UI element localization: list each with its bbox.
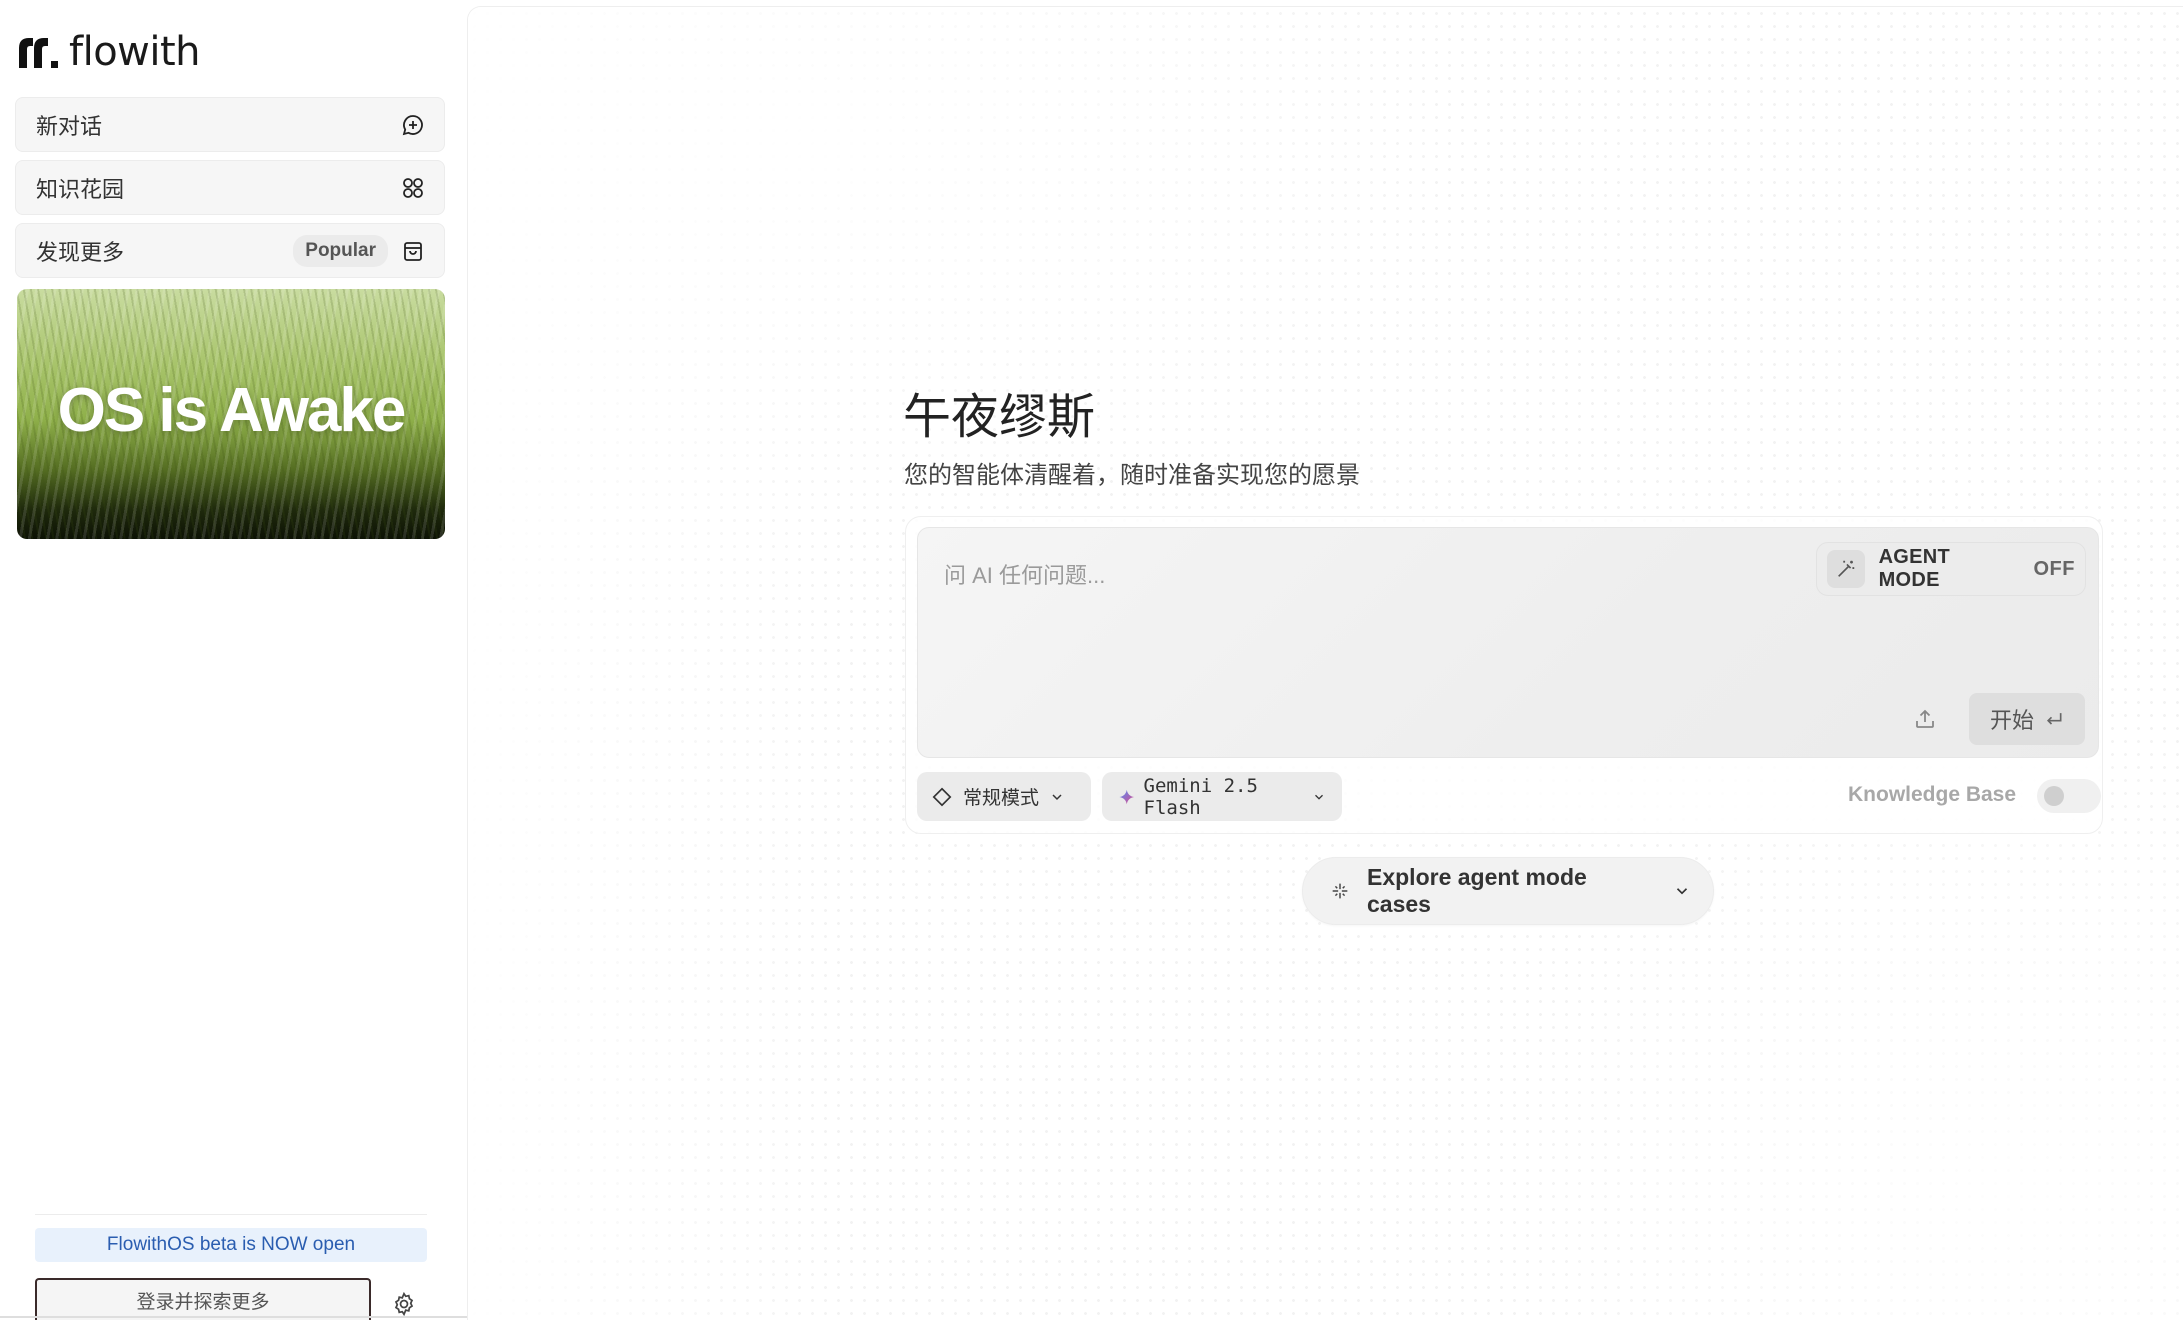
shopping-bag-icon <box>400 238 426 264</box>
flowith-logo-icon <box>19 38 58 68</box>
sidebar-divider <box>35 1214 427 1215</box>
enter-key-icon <box>2046 713 2062 725</box>
agent-mode-label: AGENT MODE <box>1878 546 1951 591</box>
sidebar-item-label: 知识花园 <box>36 176 125 202</box>
sidebar-item-label: 发现更多 <box>36 239 125 265</box>
popular-badge: Popular <box>293 234 388 267</box>
os-awake-banner[interactable]: OS is Awake <box>17 289 445 539</box>
prompt-placeholder: 问 AI 任何问题... <box>944 563 1106 588</box>
sidebar-item-label: 新对话 <box>36 113 103 139</box>
mode-label: 常规模式 <box>963 788 1040 809</box>
chat-plus-icon <box>400 112 426 138</box>
sidebar: flowith 新对话 知识花园 发现更多 Popular OS is Awak… <box>0 0 467 1320</box>
explore-agent-cases-button[interactable]: Explore agent mode cases <box>1302 857 1714 925</box>
page-title: 午夜缪斯 <box>903 389 1096 445</box>
knowledge-base-toggle[interactable] <box>2037 779 2101 813</box>
diamond-icon <box>932 787 952 806</box>
agent-mode-toggle[interactable]: AGENT MODE OFF <box>1816 542 2086 596</box>
upload-button[interactable] <box>1893 693 1957 745</box>
chevron-down-icon <box>1315 794 1323 800</box>
model-dropdown[interactable]: Gemini 2.5 Flash <box>1102 772 1342 821</box>
knowledge-garden-icon <box>400 175 426 201</box>
model-label: Gemini 2.5 Flash <box>1143 774 1258 819</box>
gemini-sparkle-icon <box>1119 789 1135 804</box>
login-button[interactable]: 登录并探索更多 <box>35 1278 371 1320</box>
explore-label: Explore agent mode cases <box>1367 864 1587 917</box>
knowledge-base-label: Knowledge Base <box>1848 783 2017 806</box>
sidebar-item-discover[interactable]: 发现更多 Popular <box>15 223 445 278</box>
banner-text: OS is Awake <box>57 376 407 445</box>
page-subtitle: 您的智能体清醒着，随时准备实现您的愿景 <box>904 462 1360 489</box>
sidebar-item-new-chat[interactable]: 新对话 <box>15 97 445 152</box>
prompt-input[interactable]: 问 AI 任何问题... AGENT MODE OFF 开始 <box>917 527 2099 758</box>
main-panel: 午夜缪斯 您的智能体清醒着，随时准备实现您的愿景 问 AI 任何问题... AG… <box>467 6 2183 1320</box>
mode-dropdown[interactable]: 常规模式 <box>917 772 1091 821</box>
toggle-knob <box>2044 786 2064 806</box>
chevron-down-icon <box>1052 793 1062 800</box>
app-logo[interactable]: flowith <box>17 29 201 75</box>
sparkle-icon <box>1332 883 1348 899</box>
chevron-down-icon <box>1676 888 1688 895</box>
start-button[interactable]: 开始 <box>1969 693 2085 745</box>
agent-mode-state: OFF <box>2033 557 2075 580</box>
beta-announcement-link[interactable]: FlowithOS beta is NOW open <box>35 1228 427 1262</box>
logo-text: flowith <box>69 29 201 75</box>
gear-icon[interactable] <box>391 1291 417 1317</box>
start-label: 开始 <box>1989 708 2034 733</box>
sidebar-item-knowledge-garden[interactable]: 知识花园 <box>15 160 445 215</box>
magic-wand-icon <box>1827 550 1865 588</box>
upload-icon <box>1916 709 1934 728</box>
